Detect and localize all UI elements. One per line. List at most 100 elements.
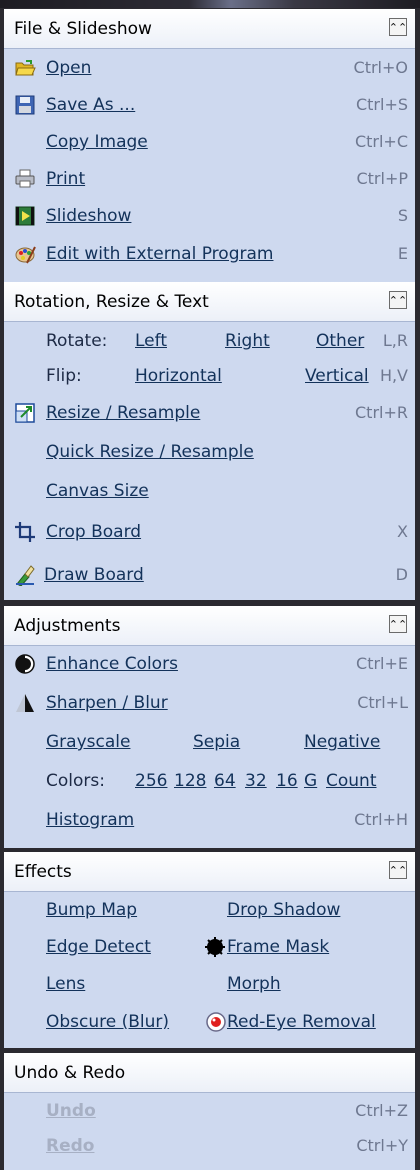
colors-16-link[interactable]: 16 <box>276 766 298 796</box>
draw-board-link[interactable]: Draw Board <box>44 560 144 590</box>
drop-shadow-link[interactable]: Drop Shadow <box>227 895 340 925</box>
menu-item-quick-resize[interactable]: Quick Resize / Resample <box>4 437 415 467</box>
flip-shortcut: H,V <box>379 366 408 385</box>
menu-item-enhance-colors[interactable]: Enhance Colors Ctrl+E <box>4 649 415 679</box>
colors-256-link[interactable]: 256 <box>135 766 167 796</box>
menu-item-resize[interactable]: Resize / Resample Ctrl+R <box>4 398 415 428</box>
panel-rotation-resize: Rotation, Resize & Text ⌃⌃ Rotate: Left … <box>4 282 415 600</box>
menu-item-crop-board[interactable]: Crop Board X <box>4 517 415 547</box>
menu-item-undo[interactable]: Undo Ctrl+Z <box>4 1096 415 1126</box>
crop-board-link[interactable]: Crop Board <box>46 517 141 547</box>
print-shortcut: Ctrl+P <box>356 169 408 188</box>
rotate-right-link[interactable]: Right <box>225 326 270 356</box>
collapse-icon[interactable]: ⌃⌃ <box>389 615 407 633</box>
open-link[interactable]: Open <box>46 53 91 83</box>
frame-mask-icon <box>204 936 226 958</box>
crop-board-shortcut: X <box>397 522 408 541</box>
edit-external-shortcut: E <box>397 244 408 263</box>
flip-vertical-link[interactable]: Vertical <box>305 361 369 391</box>
crop-icon <box>14 521 36 543</box>
panel-header-effects[interactable]: Effects ⌃⌃ <box>4 852 415 892</box>
histogram-link[interactable]: Histogram <box>46 805 134 835</box>
menu-item-sharpen-blur[interactable]: Sharpen / Blur Ctrl+L <box>4 688 415 718</box>
sharpen-blur-shortcut: Ctrl+L <box>357 693 408 712</box>
red-eye-icon <box>205 1011 227 1033</box>
resize-link[interactable]: Resize / Resample <box>46 398 200 428</box>
print-link[interactable]: Print <box>46 164 85 194</box>
rotate-label: Rotate: <box>46 331 108 351</box>
menu-item-slideshow[interactable]: Slideshow S <box>4 201 415 231</box>
contrast-icon <box>14 653 36 675</box>
panel-header-undo[interactable]: Undo & Redo <box>4 1053 415 1093</box>
rotate-row: Rotate: Left Right Other L,R <box>4 326 415 356</box>
collapse-icon[interactable]: ⌃⌃ <box>389 291 407 309</box>
save-as-link[interactable]: Save As ... <box>46 90 135 120</box>
draw-icon <box>14 564 36 586</box>
menu-item-histogram[interactable]: Histogram Ctrl+H <box>4 805 415 835</box>
menu-item-copy-image[interactable]: Copy Image Ctrl+C <box>4 127 415 157</box>
sharpen-blur-link[interactable]: Sharpen / Blur <box>46 688 168 718</box>
panel-file-slideshow: File & Slideshow ⌃⌃ Open Ctrl+O Save As … <box>4 9 415 286</box>
window-top-strip <box>0 0 420 8</box>
grayscale-link[interactable]: Grayscale <box>46 727 130 757</box>
panel-undo-redo: Undo & Redo Undo Ctrl+Z Redo Ctrl+Y <box>4 1053 415 1170</box>
redo-link[interactable]: Redo <box>46 1131 94 1161</box>
open-shortcut: Ctrl+O <box>353 58 408 77</box>
menu-item-redo[interactable]: Redo Ctrl+Y <box>4 1131 415 1161</box>
collapse-icon[interactable]: ⌃⌃ <box>389 861 407 879</box>
save-as-shortcut: Ctrl+S <box>355 95 408 114</box>
edit-external-link[interactable]: Edit with External Program <box>46 239 273 269</box>
flip-label: Flip: <box>46 366 82 386</box>
menu-item-canvas-size[interactable]: Canvas Size <box>4 476 415 506</box>
colors-label: Colors: <box>46 771 105 791</box>
bump-map-link[interactable]: Bump Map <box>46 895 137 925</box>
undo-link[interactable]: Undo <box>46 1096 96 1126</box>
colors-64-link[interactable]: 64 <box>214 766 236 796</box>
quick-resize-link[interactable]: Quick Resize / Resample <box>46 437 254 467</box>
frame-mask-link[interactable]: Frame Mask <box>227 932 329 962</box>
enhance-colors-shortcut: Ctrl+E <box>356 654 408 673</box>
colors-count-link[interactable]: Count <box>326 766 377 796</box>
enhance-colors-link[interactable]: Enhance Colors <box>46 649 178 679</box>
palette-icon <box>14 243 36 265</box>
negative-link[interactable]: Negative <box>304 727 380 757</box>
panel-effects: Effects ⌃⌃ Bump Map Drop Shadow Edge Det… <box>4 852 415 1048</box>
canvas-size-link[interactable]: Canvas Size <box>46 476 149 506</box>
morph-link[interactable]: Morph <box>227 969 281 999</box>
menu-item-open[interactable]: Open Ctrl+O <box>4 53 415 83</box>
flip-horizontal-link[interactable]: Horizontal <box>135 361 222 391</box>
menu-item-print[interactable]: Print Ctrl+P <box>4 164 415 194</box>
red-eye-link[interactable]: Red-Eye Removal <box>227 1007 376 1037</box>
colors-gray-link[interactable]: G <box>304 766 317 796</box>
menu-item-draw-board[interactable]: Draw Board D <box>4 560 415 590</box>
resize-shortcut: Ctrl+R <box>355 403 408 422</box>
flip-row: Flip: Horizontal Vertical H,V <box>4 361 415 391</box>
slideshow-shortcut: S <box>397 206 408 225</box>
menu-item-edit-external[interactable]: Edit with External Program E <box>4 239 415 269</box>
edge-detect-link[interactable]: Edge Detect <box>46 932 151 962</box>
effects-row-4: Obscure (Blur) Red-Eye Removal <box>4 1007 415 1037</box>
colors-128-link[interactable]: 128 <box>174 766 206 796</box>
menu-item-save-as[interactable]: Save As ... Ctrl+S <box>4 90 415 120</box>
copy-image-shortcut: Ctrl+C <box>354 132 408 151</box>
rotate-left-link[interactable]: Left <box>135 326 167 356</box>
obscure-link[interactable]: Obscure (Blur) <box>46 1007 169 1037</box>
lens-link[interactable]: Lens <box>46 969 85 999</box>
slideshow-link[interactable]: Slideshow <box>46 201 131 231</box>
colors-32-link[interactable]: 32 <box>245 766 267 796</box>
grayscale-row: Grayscale Sepia Negative <box>4 727 415 757</box>
undo-shortcut: Ctrl+Z <box>355 1101 408 1120</box>
collapse-icon[interactable]: ⌃⌃ <box>389 18 407 36</box>
copy-image-link[interactable]: Copy Image <box>46 127 148 157</box>
redo-shortcut: Ctrl+Y <box>356 1136 408 1155</box>
rotate-shortcut: L,R <box>382 331 408 350</box>
panel-title: Rotation, Resize & Text <box>14 291 209 312</box>
panel-title: File & Slideshow <box>14 18 152 39</box>
rotate-other-link[interactable]: Other <box>316 326 364 356</box>
printer-icon <box>14 168 36 190</box>
panel-title: Adjustments <box>14 615 121 636</box>
panel-header-adjustments[interactable]: Adjustments ⌃⌃ <box>4 606 415 646</box>
sepia-link[interactable]: Sepia <box>193 727 240 757</box>
panel-header-rotation[interactable]: Rotation, Resize & Text ⌃⌃ <box>4 282 415 322</box>
panel-header-file[interactable]: File & Slideshow ⌃⌃ <box>4 9 415 49</box>
